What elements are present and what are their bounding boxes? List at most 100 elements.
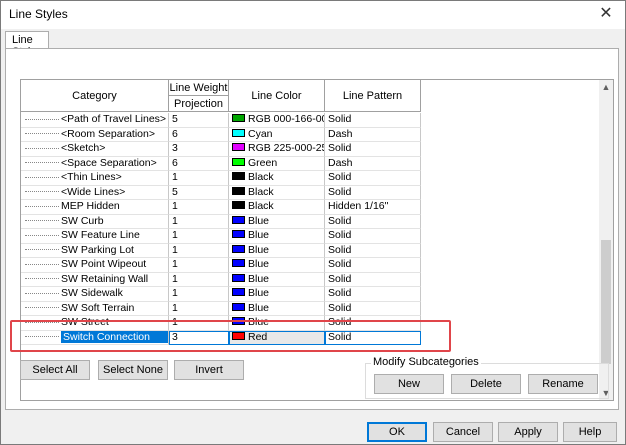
category-cell[interactable]: <Wide Lines> — [21, 185, 169, 200]
line-color-cell[interactable]: Cyan — [229, 127, 325, 142]
table-row[interactable]: SW Retaining Wall 1 Blue Solid — [21, 272, 421, 287]
new-button[interactable]: New — [374, 374, 444, 394]
ok-button[interactable]: OK — [367, 422, 427, 442]
table-row[interactable]: SW Parking Lot 1 Blue Solid — [21, 243, 421, 258]
header-line-weight[interactable]: Line Weight — [169, 80, 229, 96]
table-row[interactable]: <Space Separation> 6 Green Dash — [21, 156, 421, 171]
color-swatch — [232, 201, 245, 210]
color-swatch — [232, 172, 245, 181]
line-weight-cell[interactable]: 1 — [169, 214, 229, 229]
line-color-cell[interactable]: Blue — [229, 287, 325, 302]
category-cell[interactable]: <Path of Travel Lines> — [21, 113, 169, 128]
line-color-cell[interactable]: Black — [229, 171, 325, 186]
line-weight-cell[interactable]: 6 — [169, 127, 229, 142]
line-weight-cell[interactable]: 1 — [169, 272, 229, 287]
line-color-cell[interactable]: Blue — [229, 301, 325, 316]
line-pattern-cell[interactable]: Solid — [325, 171, 421, 186]
help-button[interactable]: Help — [563, 422, 617, 442]
invert-button[interactable]: Invert — [174, 360, 244, 380]
select-none-button[interactable]: Select None — [98, 360, 168, 380]
line-pattern-cell[interactable]: Dash — [325, 127, 421, 142]
line-pattern-cell[interactable]: Solid — [325, 113, 421, 128]
line-pattern-cell[interactable]: Solid — [325, 272, 421, 287]
table-row[interactable]: <Thin Lines> 1 Black Solid — [21, 171, 421, 186]
line-color-cell[interactable]: Blue — [229, 258, 325, 273]
category-cell[interactable]: <Thin Lines> — [21, 171, 169, 186]
category-cell[interactable]: SW Feature Line — [21, 229, 169, 244]
line-weight-cell[interactable]: 5 — [169, 113, 229, 128]
category-cell[interactable]: <Space Separation> — [21, 156, 169, 171]
color-name: RGB 225-000-255 — [248, 142, 325, 154]
line-weight-cell[interactable]: 1 — [169, 243, 229, 258]
rename-button[interactable]: Rename — [528, 374, 598, 394]
line-color-cell[interactable]: Black — [229, 200, 325, 215]
apply-button[interactable]: Apply — [498, 422, 558, 442]
line-pattern-cell[interactable]: Solid — [325, 258, 421, 273]
line-color-cell[interactable]: Black — [229, 185, 325, 200]
table-row[interactable]: <Sketch> 3 RGB 225-000-255 Solid — [21, 142, 421, 157]
line-pattern-cell[interactable]: Hidden 1/16" — [325, 200, 421, 215]
select-all-button[interactable]: Select All — [20, 360, 90, 380]
color-name: Blue — [248, 214, 270, 227]
line-pattern-cell[interactable]: Dash — [325, 156, 421, 171]
line-pattern-cell[interactable]: Solid — [325, 185, 421, 200]
category-cell[interactable]: <Room Separation> — [21, 127, 169, 142]
line-pattern-cell[interactable]: Solid — [325, 142, 421, 157]
line-weight-cell[interactable]: 1 — [169, 301, 229, 316]
line-weight-cell[interactable]: 1 — [169, 287, 229, 302]
header-line-pattern[interactable]: Line Pattern — [325, 80, 421, 112]
category-cell[interactable]: SW Retaining Wall — [21, 272, 169, 287]
table-row[interactable]: SW Point Wipeout 1 Blue Solid — [21, 258, 421, 273]
table-row[interactable]: <Wide Lines> 5 Black Solid — [21, 185, 421, 200]
color-name: Blue — [248, 287, 270, 299]
table-row[interactable]: MEP Hidden 1 Black Hidden 1/16" — [21, 200, 421, 215]
table-row[interactable]: <Path of Travel Lines> 5 RGB 000-166-000 So… — [21, 113, 421, 128]
color-name: RGB 000-166-000 — [248, 113, 325, 125]
category-cell[interactable]: <Sketch> — [21, 142, 169, 157]
table-row[interactable]: SW Sidewalk 1 Blue Solid — [21, 287, 421, 302]
category-label: SW Feature Line — [61, 229, 140, 241]
line-pattern-cell[interactable]: Solid — [325, 214, 421, 229]
tree-connector — [25, 147, 59, 149]
color-swatch — [232, 273, 245, 282]
modify-subcategories-label: Modify Subcategories — [371, 356, 481, 368]
line-weight-cell[interactable]: 1 — [169, 171, 229, 186]
line-weight-cell[interactable]: 1 — [169, 229, 229, 244]
table-row[interactable]: <Room Separation> 6 Cyan Dash — [21, 127, 421, 142]
category-cell[interactable]: SW Point Wipeout — [21, 258, 169, 273]
line-color-cell[interactable]: Blue — [229, 229, 325, 244]
line-color-cell[interactable]: Green — [229, 156, 325, 171]
tree-connector — [25, 118, 59, 120]
line-color-cell[interactable]: Blue — [229, 214, 325, 229]
line-weight-cell[interactable]: 1 — [169, 200, 229, 215]
line-pattern-cell[interactable]: Solid — [325, 229, 421, 244]
line-pattern-cell[interactable]: Solid — [325, 243, 421, 258]
category-cell[interactable]: SW Parking Lot — [21, 243, 169, 258]
cancel-button[interactable]: Cancel — [433, 422, 493, 442]
delete-button[interactable]: Delete — [451, 374, 521, 394]
category-cell[interactable]: MEP Hidden — [21, 200, 169, 215]
line-color-cell[interactable]: Blue — [229, 272, 325, 287]
line-weight-cell[interactable]: 1 — [169, 258, 229, 273]
line-pattern-cell[interactable]: Solid — [325, 301, 421, 316]
category-cell[interactable]: SW Curb — [21, 214, 169, 229]
table-row[interactable]: SW Feature Line 1 Blue Solid — [21, 229, 421, 244]
header-projection[interactable]: Projection — [169, 96, 229, 112]
category-cell[interactable]: SW Soft Terrain — [21, 301, 169, 316]
scroll-thumb[interactable] — [601, 240, 611, 364]
vertical-scrollbar[interactable]: ▲ ▼ — [599, 80, 613, 400]
table-row[interactable]: SW Soft Terrain 1 Blue Solid — [21, 301, 421, 316]
line-color-cell[interactable]: RGB 225-000-255 — [229, 142, 325, 157]
scroll-up-icon[interactable]: ▲ — [599, 80, 613, 94]
line-color-cell[interactable]: RGB 000-166-000 — [229, 113, 325, 128]
line-pattern-cell[interactable]: Solid — [325, 287, 421, 302]
header-category[interactable]: Category — [21, 80, 169, 112]
line-weight-cell[interactable]: 3 — [169, 142, 229, 157]
close-icon[interactable]: ✕ — [593, 3, 619, 27]
table-row[interactable]: SW Curb 1 Blue Solid — [21, 214, 421, 229]
category-cell[interactable]: SW Sidewalk — [21, 287, 169, 302]
line-color-cell[interactable]: Blue — [229, 243, 325, 258]
line-weight-cell[interactable]: 6 — [169, 156, 229, 171]
header-line-color[interactable]: Line Color — [229, 80, 325, 112]
line-weight-cell[interactable]: 5 — [169, 185, 229, 200]
